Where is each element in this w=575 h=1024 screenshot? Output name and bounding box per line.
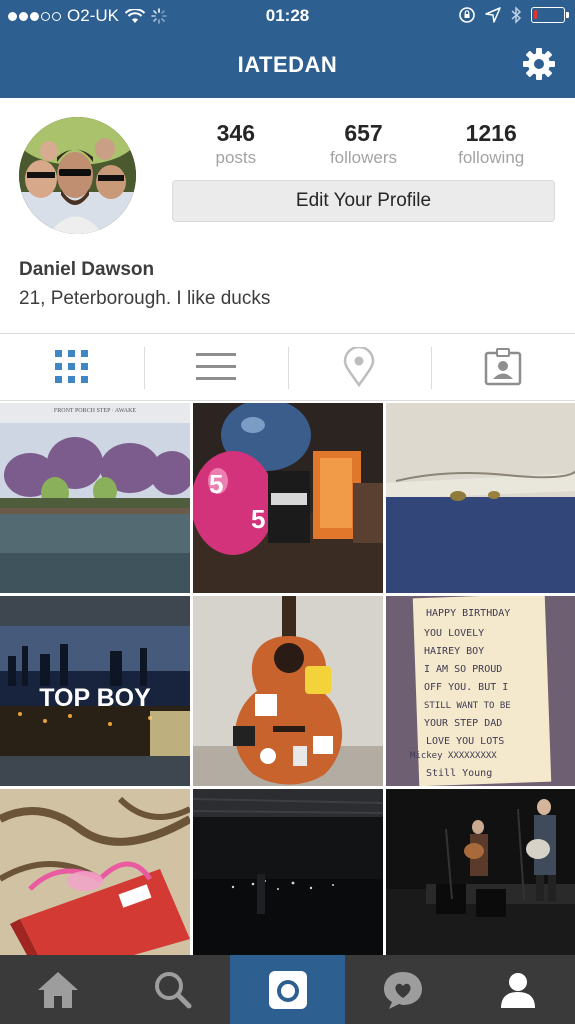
location-pin-icon xyxy=(344,347,375,387)
followers-label: followers xyxy=(329,148,398,167)
balloon-digit-left: 5 xyxy=(209,469,223,499)
search-icon xyxy=(154,971,191,1008)
status-bar: O2-UK 01:28 xyxy=(0,0,575,32)
following-label: following xyxy=(458,148,525,167)
page-title: IATEDAN xyxy=(237,52,338,77)
rotation-lock-icon xyxy=(459,7,475,23)
gear-icon[interactable] xyxy=(521,46,557,82)
following-count: 1216 xyxy=(465,120,517,146)
camera-icon xyxy=(268,970,307,1009)
note-line-10: Still Young xyxy=(426,768,492,779)
list-view-icon xyxy=(195,353,236,380)
profile-stats: 346 posts 657 followers 1216 following xyxy=(172,120,555,168)
note-line-3: HAIREY BOY xyxy=(424,646,484,657)
photo-sticker-guitar[interactable] xyxy=(193,596,383,786)
photo-live-band[interactable] xyxy=(386,789,575,979)
posts-label: posts xyxy=(215,148,257,167)
tab-profile[interactable] xyxy=(460,955,575,1024)
tab-grid[interactable] xyxy=(0,334,144,400)
tv-title: TOP BOY xyxy=(39,684,151,712)
tab-activity[interactable] xyxy=(345,955,460,1024)
album-caption: FRONT PORCH STEP · AWAKE xyxy=(54,408,137,414)
photo-album-cover[interactable]: FRONT PORCH STEP · AWAKE xyxy=(0,403,190,593)
note-line-1: HAPPY BIRTHDAY xyxy=(426,608,510,619)
activity-icon xyxy=(383,971,422,1009)
tab-camera[interactable] xyxy=(230,955,345,1024)
grid-view-icon xyxy=(54,350,88,383)
followers-stat[interactable]: 657 followers xyxy=(300,120,428,168)
posts-count: 346 xyxy=(216,120,256,146)
followers-count: 657 xyxy=(344,120,383,146)
profile-bio: 21, Peterborough. I like ducks xyxy=(19,288,271,309)
posts-stat[interactable]: 346 posts xyxy=(172,120,300,168)
edit-profile-button[interactable]: Edit Your Profile xyxy=(172,180,555,222)
photo-concert-crowd[interactable] xyxy=(193,789,383,979)
photo-grid: FRONT PORCH STEP · AWAKE 5 5 TOP BOY HAP… xyxy=(0,403,575,979)
home-icon xyxy=(37,971,78,1008)
following-stat[interactable]: 1216 following xyxy=(427,120,555,168)
note-line-4: I AM SO PROUD xyxy=(424,664,502,675)
bluetooth-icon xyxy=(511,6,522,24)
balloon-digit-right: 5 xyxy=(251,504,265,534)
battery-icon xyxy=(531,7,569,23)
profile-name: Daniel Dawson xyxy=(19,259,155,280)
photo-top-boy[interactable]: TOP BOY xyxy=(0,596,190,786)
note-line-6: STILL WANT TO BE xyxy=(424,701,511,711)
note-line-8: LOVE YOU LOTS xyxy=(426,736,504,747)
photo-birthday-note[interactable]: HAPPY BIRTHDAY YOU LOVELY HAIREY BOY I A… xyxy=(386,596,575,786)
avatar[interactable] xyxy=(19,117,136,234)
note-line-9: Mickey XXXXXXXXX xyxy=(410,751,497,761)
note-line-7: YOUR STEP DAD xyxy=(424,718,502,729)
profile-view-tabs xyxy=(0,333,575,401)
top-bar: O2-UK 01:28 IATEDAN xyxy=(0,0,575,98)
photo-balloons[interactable]: 5 5 xyxy=(193,403,383,593)
tab-search[interactable] xyxy=(115,955,230,1024)
photo-wall-corner[interactable] xyxy=(386,403,575,593)
photo-gift-on-rug[interactable] xyxy=(0,789,190,979)
note-line-5: OFF YOU. BUT I xyxy=(424,682,508,693)
note-line-2: YOU LOVELY xyxy=(424,628,484,639)
tab-tagged[interactable] xyxy=(431,334,575,400)
tab-list[interactable] xyxy=(143,334,288,400)
location-arrow-icon xyxy=(485,7,501,23)
tab-map[interactable] xyxy=(287,334,432,400)
bottom-tab-bar xyxy=(0,955,575,1024)
profile-icon xyxy=(500,972,535,1008)
tab-home[interactable] xyxy=(0,955,115,1024)
tagged-photos-icon xyxy=(484,348,522,386)
